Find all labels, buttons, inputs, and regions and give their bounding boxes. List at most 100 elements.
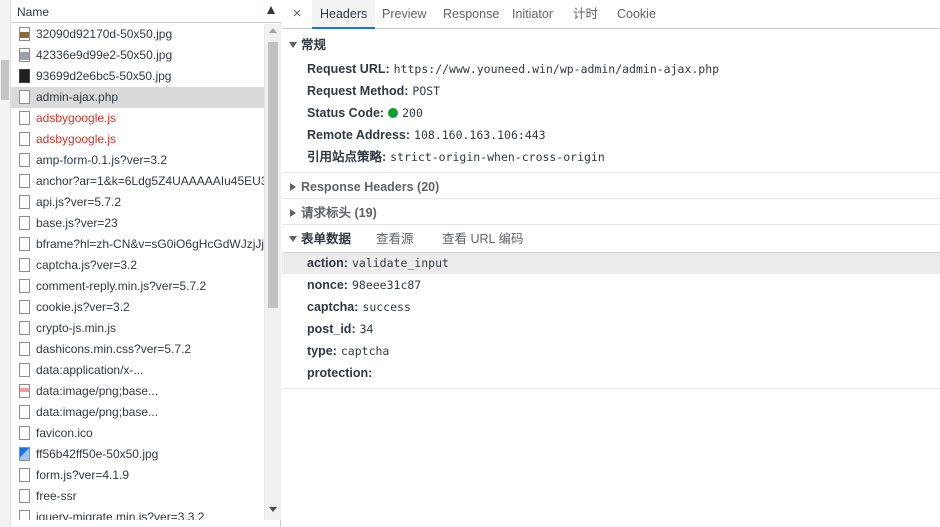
section-divider [282,224,940,225]
form-data-section-header[interactable]: 表单数据 查看源 查看 URL 编码 [282,228,940,250]
image-icon [19,27,30,41]
document-icon [19,153,30,167]
document-icon [19,258,30,272]
form-field-row: protection: [307,362,376,384]
scrollbar-thumb[interactable] [268,42,278,308]
form-field-key: captcha: [307,300,359,314]
document-icon [19,300,30,314]
status-code-label: Status Code: [307,106,385,120]
response-headers-section-header[interactable]: Response Headers (20) [282,176,439,198]
request-row[interactable]: favicon.ico [11,423,264,444]
document-icon [19,363,30,377]
request-row[interactable]: adsbygoogle.js [11,108,264,129]
form-field-value: 98eee31c87 [351,278,422,292]
request-row[interactable]: 42336e9d99e2-50x50.jpg [11,45,264,66]
status-ok-dot-icon [388,108,399,118]
document-icon [19,510,30,520]
request-list-pane: Name 32090d92170d-50x50.jpg 42336e9d99e2-… [0,0,281,527]
request-row[interactable]: form.js?ver=4.1.9 [11,465,264,486]
form-field-value: success [362,300,411,314]
document-icon [19,279,30,293]
image-icon [19,48,30,62]
request-row[interactable]: data:image/png;base... [11,381,264,402]
request-name: data:image/png;base... [36,384,159,398]
request-row[interactable]: data:application/x-... [11,360,264,381]
request-name: cookie.js?ver=3.2 [36,300,130,314]
expand-right-icon [290,183,296,192]
section-divider [282,172,940,173]
request-row[interactable]: anchor?ar=1&k=6Ldg5Z4UAAAAAIu45EU3 [11,171,264,192]
expand-down-icon [289,236,297,243]
request-name: form.js?ver=4.1.9 [36,468,130,482]
close-details-icon[interactable]: × [290,5,304,22]
request-row[interactable]: amp-form-0.1.js?ver=3.2 [11,150,264,171]
view-url-encoded-link[interactable]: 查看 URL 编码 [442,228,524,250]
general-section-header[interactable]: 常规 [282,34,326,56]
request-row[interactable]: 32090d92170d-50x50.jpg [11,24,264,45]
response-headers-count: (20) [417,180,440,194]
remote-address-label: Remote Address: [307,128,411,142]
request-row[interactable]: data:image/png;base... [11,402,264,423]
form-field-row: captcha: success [307,296,411,318]
request-row[interactable]: admin-ajax.php [11,87,264,108]
request-row[interactable]: adsbygoogle.js [11,129,264,150]
tab-response[interactable]: Response [443,0,499,29]
request-row[interactable]: api.js?ver=5.7.2 [11,192,264,213]
form-data-title: 表单数据 [301,232,352,246]
request-name: 42336e9d99e2-50x50.jpg [36,48,173,62]
request-headers-section-header[interactable]: 请求标头 (19) [282,202,377,224]
request-list-scrollbar[interactable] [264,24,281,520]
tab-preview[interactable]: Preview [382,0,426,29]
request-name: free-ssr [36,489,77,503]
request-name: admin-ajax.php [36,90,119,104]
request-row[interactable]: dashicons.min.css?ver=5.7.2 [11,339,264,360]
document-icon [19,237,30,251]
request-row[interactable]: bframe?hl=zh-CN&v=sG0iO6gHcGdWJzjJj. [11,234,264,255]
status-code-row: Status Code: 200 [307,102,423,124]
request-row[interactable]: captcha.js?ver=3.2 [11,255,264,276]
request-method-row: Request Method: POST [307,80,440,102]
tab-cookie[interactable]: Cookie [617,0,656,29]
referrer-policy-value: strict-origin-when-cross-origin [390,150,605,164]
request-name: dashicons.min.css?ver=5.7.2 [36,342,192,356]
request-name: bframe?hl=zh-CN&v=sG0iO6gHcGdWJzjJj. [36,237,264,251]
tab-timing[interactable]: 计时 [573,0,598,29]
request-name: anchor?ar=1&k=6Ldg5Z4UAAAAAIu45EU3 [36,174,264,188]
sort-ascending-icon[interactable] [267,6,275,14]
form-field-value: validate_input [351,256,449,270]
request-name: amp-form-0.1.js?ver=3.2 [36,153,168,167]
form-field-row: nonce: 98eee31c87 [307,274,421,296]
document-icon [19,489,30,503]
image-icon [19,69,30,83]
name-column-header[interactable]: Name [11,0,281,23]
tab-headers[interactable]: Headers [312,0,376,29]
details-tab-bar: × Headers Preview Response Initiator 计时 … [282,0,940,29]
devtools-network-panel: Name 32090d92170d-50x50.jpg 42336e9d99e2-… [0,0,940,527]
request-row[interactable]: 93699d2e6bc5-50x50.jpg [11,66,264,87]
request-row[interactable]: cookie.js?ver=3.2 [11,297,264,318]
scroll-down-arrow-icon[interactable] [269,507,277,512]
request-row[interactable]: free-ssr [11,486,264,507]
document-icon [19,90,30,104]
request-row[interactable]: base.js?ver=23 [11,213,264,234]
request-name: data:image/png;base... [36,405,159,419]
section-divider [282,198,940,199]
request-row[interactable]: ff56b42ff50e-50x50.jpg [11,444,264,465]
request-row[interactable]: comment-reply.min.js?ver=5.7.2 [11,276,264,297]
request-headers-count: (19) [354,206,377,220]
referrer-policy-label: 引用站点策略: [307,150,387,164]
request-row[interactable]: crypto-js.min.js [11,318,264,339]
request-row[interactable]: jquery-migrate.min.js?ver=3.3.2 [11,507,264,520]
image-icon [19,447,30,461]
scroll-up-arrow-icon[interactable] [269,28,277,33]
request-list: 32090d92170d-50x50.jpg 42336e9d99e2-50x50… [11,24,264,520]
name-column-label: Name [17,5,50,19]
image-icon [19,384,30,398]
request-method-value: POST [412,84,441,98]
document-icon [19,195,30,209]
tab-initiator[interactable]: Initiator [512,0,553,29]
view-source-link[interactable]: 查看源 [376,228,414,250]
request-name: favicon.ico [36,426,93,440]
request-name: 32090d92170d-50x50.jpg [36,27,173,41]
gutter-bar [1,60,9,100]
